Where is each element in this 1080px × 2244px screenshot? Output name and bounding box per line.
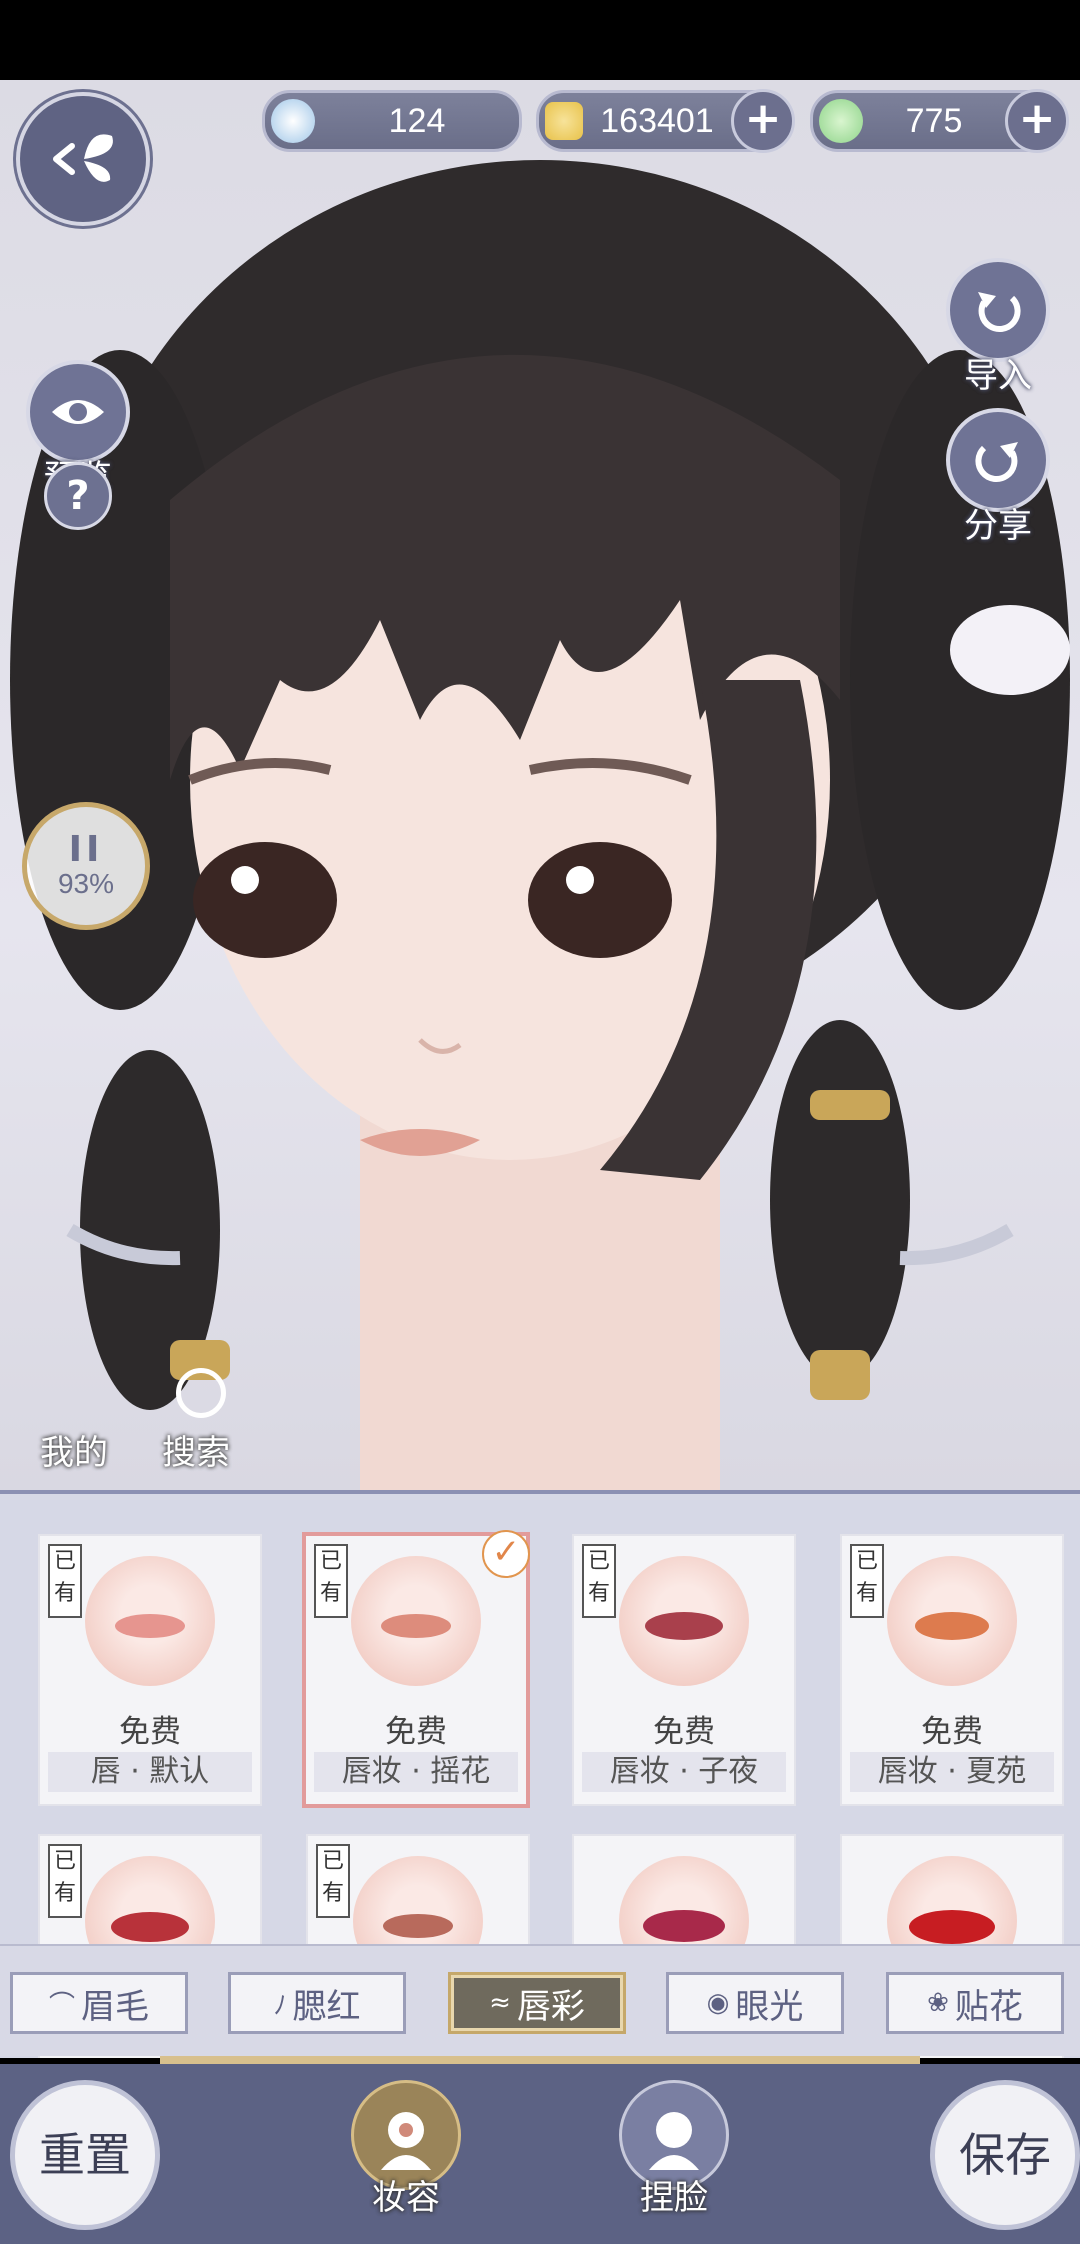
category-tabs: ⌒ 眉毛 ﾉ 腮红 ≈ 唇彩 ◉ 眼光 ❀ 贴花 [0,1944,1080,2056]
flower-icon: ❀ [927,1988,949,2018]
tab-lip-color[interactable]: ≈ 唇彩 [448,1972,626,2034]
owned-tag: 已有 [316,1844,350,1918]
card-price: 免费 [119,1714,181,1750]
green-token-icon [819,99,863,143]
tab-label: 贴花 [954,1986,1023,2027]
face-mode-button[interactable]: 捏脸 [618,2080,730,2219]
tab-label: 眼光 [735,1986,804,2027]
currency-green-value: 775 [905,101,963,140]
card-price: 免费 [653,1714,715,1750]
tab-blush[interactable]: ﾉ 腮红 [228,1972,406,2034]
progress-percent: 93% [57,868,115,899]
lip-card-default[interactable]: 已有 免费 唇 · 默认 [38,1534,262,1806]
save-button[interactable]: 保存 [930,2080,1080,2230]
card-name: 唇 · 默认 [48,1752,252,1792]
help-button[interactable]: ? [44,462,112,530]
add-gold-button[interactable]: + [731,89,795,153]
owned-tag: 已有 [48,1844,82,1918]
status-bar [0,0,1080,80]
pause-icon: II [68,829,104,870]
search-icon [176,1368,226,1418]
eyebrow-icon: ⌒ [48,1990,75,2021]
back-button[interactable] [16,92,150,226]
card-name: 唇妆 · 夏苑 [850,1752,1054,1792]
currency-gold-value: 163401 [600,101,714,140]
owned-tag: 已有 [582,1544,616,1618]
makeup-label: 妆容 [372,2178,440,2218]
selected-check-icon: ✓ [482,1530,530,1578]
lip-preview [85,1556,215,1686]
card-name: 唇妆 · 子夜 [582,1752,786,1792]
mine-link[interactable]: 我的 [40,1425,108,1474]
currency-green: 775 + [810,89,1069,153]
currency-jade: 124 [262,90,522,152]
lip-preview [619,1556,749,1686]
owned-tag: 已有 [314,1544,348,1618]
search-link[interactable]: 搜索 [162,1425,230,1474]
card-price: 免费 [385,1714,447,1750]
card-name: 唇妆 · 摇花 [314,1752,518,1792]
card-price: 免费 [921,1714,983,1750]
face-label: 捏脸 [640,2178,708,2218]
eye-icon [26,360,130,464]
gold-coin-icon [545,102,583,140]
import-label: 导入 [964,356,1032,396]
import-button[interactable]: 导入 [946,258,1050,397]
owned-tag: 已有 [850,1544,884,1618]
owned-tag: 已有 [48,1544,82,1618]
lip-icon: ≈ [489,1988,511,2018]
add-green-button[interactable]: + [1005,89,1069,153]
tab-eyebrow[interactable]: ⌒ 眉毛 [10,1972,188,2034]
makeup-mode-button[interactable]: 妆容 [350,2080,462,2219]
lip-card-xiayuan[interactable]: 已有 免费 唇妆 · 夏苑 [840,1534,1064,1806]
tab-eye-light[interactable]: ◉ 眼光 [666,1972,844,2034]
import-icon [946,258,1050,362]
character-scene[interactable] [0,80,1080,1490]
lip-card-ziye[interactable]: 已有 免费 唇妆 · 子夜 [572,1534,796,1806]
lip-card-yaohua[interactable]: 已有 免费 唇妆 · 摇花 ✓ [302,1530,530,1808]
lip-preview [887,1556,1017,1686]
bottom-bar [0,2064,1080,2244]
eye-light-icon: ◉ [706,1988,730,2018]
tab-decal[interactable]: ❀ 贴花 [886,1972,1064,2034]
reset-button[interactable]: 重置 [10,2080,160,2230]
butterfly-back-icon [53,134,113,182]
tab-label: 唇彩 [516,1986,585,2027]
character-portrait [10,160,1070,1490]
loading-progress[interactable]: II 93% [22,802,150,930]
currency-jade-value: 124 [388,101,446,140]
lip-preview [351,1556,481,1686]
tab-label: 腮红 [292,1986,361,2027]
share-label: 分享 [964,506,1032,546]
share-icon [946,408,1050,512]
blush-icon: ﾉ [273,1990,287,2021]
share-button[interactable]: 分享 [946,408,1050,547]
jade-coin-icon [271,99,315,143]
currency-gold: 163401 + [536,89,795,153]
tab-label: 眉毛 [81,1986,149,2027]
